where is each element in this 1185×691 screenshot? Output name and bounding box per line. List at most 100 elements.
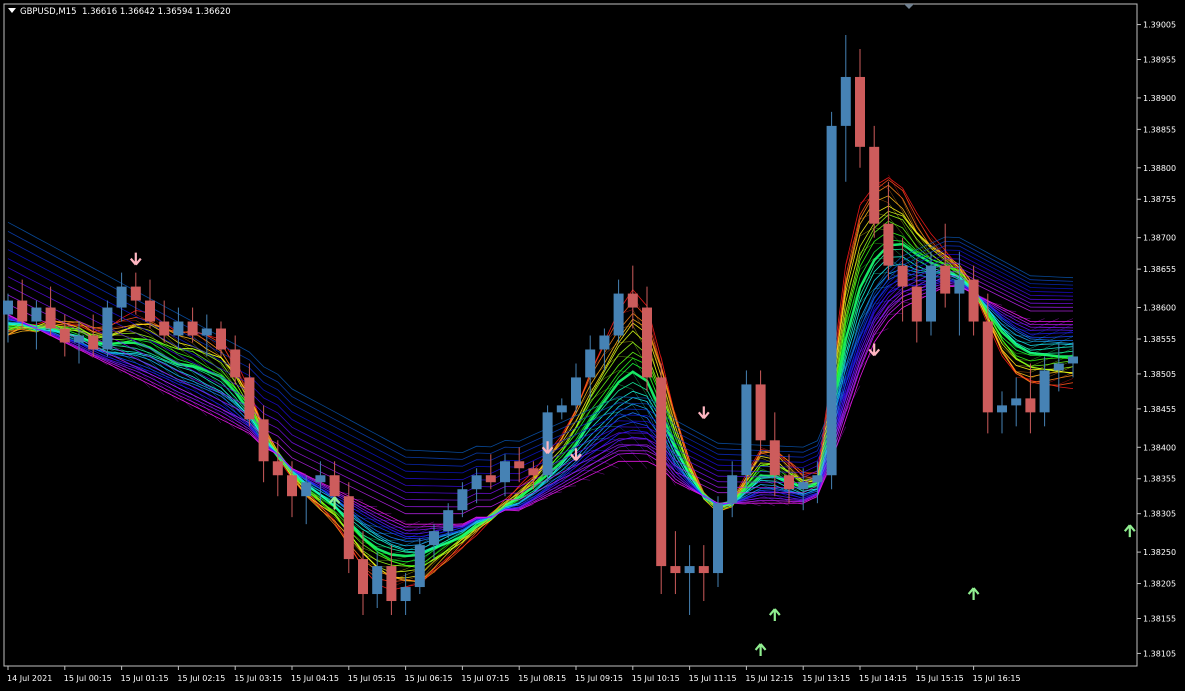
- price-tick-label: 1.38800: [1143, 164, 1176, 173]
- candle-body: [1053, 363, 1064, 371]
- candle-body: [741, 384, 752, 476]
- candle-body: [727, 475, 738, 504]
- ribbon-mesh: [859, 242, 875, 253]
- price-tick-label: 1.38105: [1143, 649, 1176, 658]
- candle: [1011, 377, 1022, 427]
- candle-body: [911, 286, 922, 322]
- ribbon-mesh: [618, 384, 633, 390]
- candle-body: [755, 384, 766, 441]
- candle: [670, 531, 681, 595]
- candle-body: [258, 419, 269, 462]
- candle: [173, 307, 184, 350]
- candle-body: [613, 293, 624, 336]
- price-tick-label: 1.38700: [1143, 234, 1176, 243]
- candle-body: [514, 461, 525, 469]
- candle-body: [315, 475, 326, 483]
- candle: [358, 531, 368, 615]
- candle-body: [968, 279, 979, 322]
- candle-body: [386, 566, 397, 602]
- candle-body: [982, 321, 993, 413]
- buy-arrow-icon: [768, 608, 781, 622]
- time-tick-label: 15 Jul 03:15: [234, 674, 282, 683]
- price-tick-label: 1.38355: [1143, 475, 1176, 484]
- time-tick-label: 15 Jul 12:15: [745, 674, 793, 683]
- candle: [343, 482, 354, 574]
- sell-arrow-icon: [697, 406, 710, 420]
- time-tick-label: 15 Jul 11:15: [689, 674, 737, 683]
- candle: [627, 265, 638, 329]
- ribbon-mesh: [320, 509, 335, 522]
- candle: [755, 370, 766, 455]
- candle-body: [400, 587, 411, 602]
- candle: [713, 496, 723, 588]
- candle-body: [812, 475, 823, 483]
- candle: [159, 300, 170, 343]
- time-tick-label: 15 Jul 02:15: [177, 674, 225, 683]
- price-tick-label: 1.38505: [1143, 370, 1176, 379]
- candle: [372, 552, 383, 609]
- chart-window[interactable]: 1.39005 1.38955 1.38900 1.38855 1.38800 1.387…: [0, 0, 1185, 691]
- candle-body: [1068, 356, 1078, 364]
- ribbon-mesh: [590, 378, 605, 391]
- candle: [116, 272, 127, 322]
- buy-arrow-icon: [754, 643, 767, 656]
- candle-body: [656, 377, 667, 567]
- candle-body: [372, 566, 383, 595]
- candle: [414, 538, 425, 595]
- candle-body: [429, 531, 439, 546]
- candle-body: [145, 300, 155, 322]
- candle-body: [287, 475, 297, 497]
- price-tick-label: 1.38455: [1143, 405, 1176, 414]
- candle-body: [457, 489, 468, 511]
- candle: [869, 125, 880, 238]
- ribbon-mesh: [220, 400, 236, 418]
- price-tick-label: 1.38955: [1143, 56, 1176, 65]
- candle: [102, 300, 113, 357]
- candle-body: [74, 335, 84, 343]
- dropdown-triangle-icon[interactable]: [8, 8, 16, 13]
- candle-body: [769, 440, 780, 476]
- chart-shift-icon[interactable]: [904, 4, 914, 9]
- candle-body: [17, 300, 28, 322]
- price-tick-label: 1.38855: [1143, 125, 1176, 134]
- candle-body: [471, 475, 482, 490]
- ribbon-mesh: [391, 556, 406, 561]
- ribbon-mesh: [590, 470, 605, 475]
- candle-body: [684, 566, 695, 574]
- candle: [145, 279, 155, 329]
- ribbon-mesh: [391, 550, 406, 555]
- ribbon-line: [7, 179, 1074, 583]
- candle: [855, 49, 865, 168]
- candle-body: [414, 545, 425, 588]
- price-tick-label: 1.38155: [1143, 614, 1176, 623]
- ribbon-mesh: [362, 505, 378, 508]
- ribbon-mesh: [746, 501, 761, 507]
- candle-body: [201, 328, 212, 336]
- price-tick-label: 1.38250: [1143, 548, 1176, 557]
- time-tick-label: 15 Jul 01:15: [121, 674, 169, 683]
- candle: [187, 307, 198, 343]
- candle: [997, 391, 1007, 434]
- candle: [769, 412, 780, 497]
- candle: [74, 321, 84, 364]
- price-chart[interactable]: 1.39005 1.38955 1.38900 1.38855 1.38800 1.387…: [0, 0, 1185, 691]
- ribbon-line: [7, 214, 1074, 568]
- time-tick-label: 15 Jul 13:15: [802, 674, 850, 683]
- ribbon-mesh: [618, 356, 633, 358]
- candle: [201, 314, 212, 357]
- time-tick-label: 15 Jul 05:15: [348, 674, 396, 683]
- ribbon-mesh: [1058, 336, 1074, 343]
- buy-arrow-icon: [1123, 524, 1136, 538]
- candle-body: [173, 321, 184, 336]
- candle-body: [159, 321, 170, 336]
- candle-body: [1011, 398, 1022, 406]
- candle-body: [642, 307, 652, 378]
- candle-body: [869, 146, 880, 224]
- ribbon-mesh: [149, 380, 165, 395]
- candle: [59, 314, 70, 357]
- candle-body: [940, 265, 951, 294]
- ribbon-mesh: [391, 532, 406, 535]
- candle-body: [954, 279, 965, 294]
- time-tick-label: 15 Jul 04:15: [291, 674, 339, 683]
- candle-body: [59, 328, 70, 343]
